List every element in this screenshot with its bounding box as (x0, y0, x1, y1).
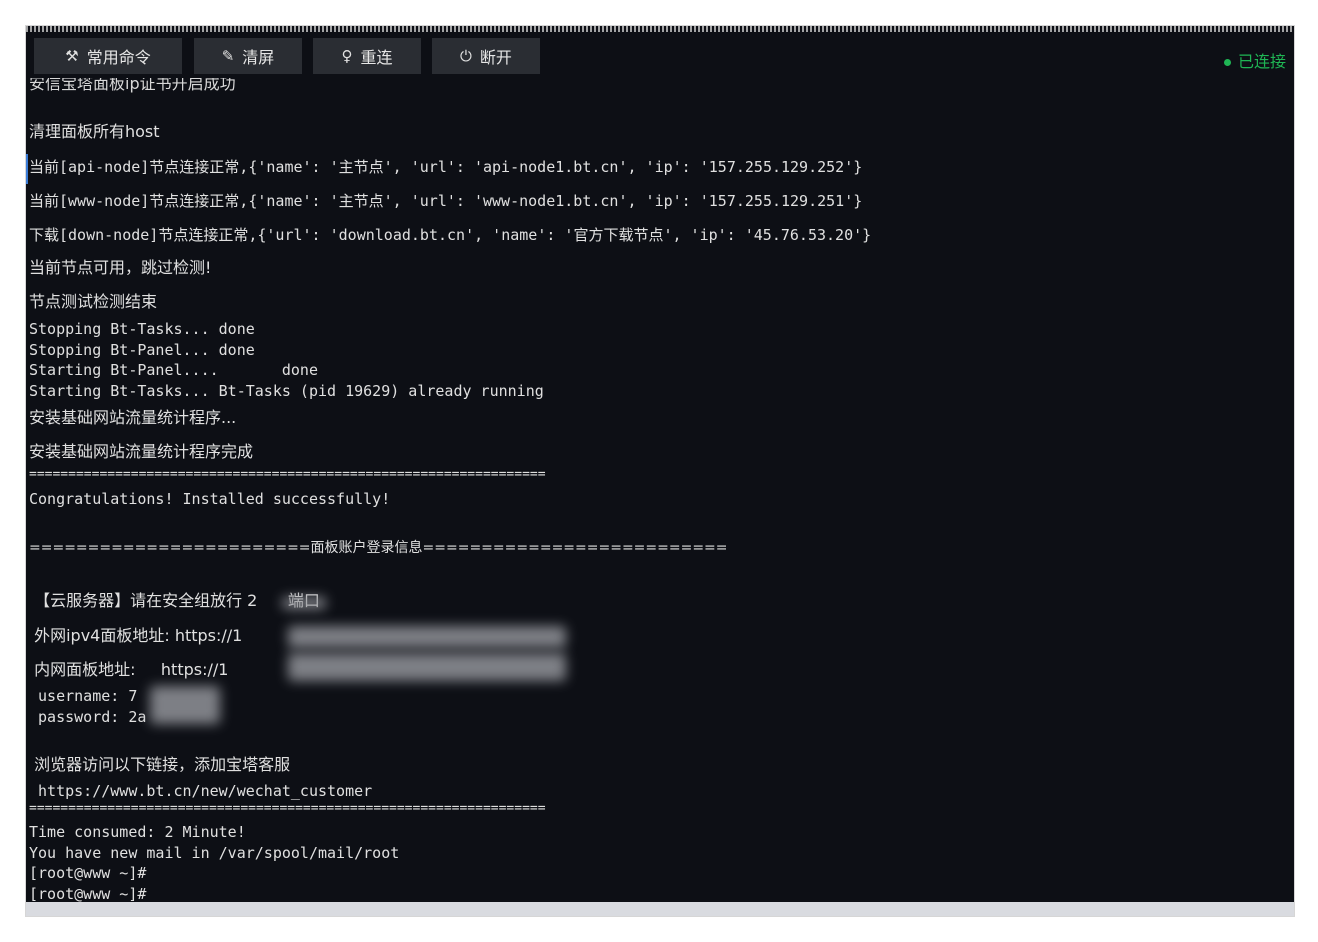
terminal-line: 节点测试检测结束 (29, 292, 158, 311)
terminal-line: Stopping Bt-Panel... done (29, 341, 255, 359)
shell-prompt: [root@www ~]# (29, 885, 147, 902)
terminal-line: 安装基础网站流量统计程序... (29, 408, 237, 427)
toolbar: ⚒ 常用命令 ✎ 清屏 ♀ 重连 ⏻ 断开 已连接 (26, 32, 1294, 78)
terminal-line: 浏览器访问以下链接，添加宝塔客服 (29, 755, 291, 774)
redaction-blur (288, 653, 566, 681)
password-line: password: 2a (29, 708, 147, 726)
terminal-line: Starting Bt-Panel.... done (29, 361, 318, 379)
username-line: username: 7 (29, 687, 138, 705)
terminal-line: 当前节点可用，跳过检测! (29, 258, 212, 277)
connection-status: 已连接 (1223, 48, 1286, 72)
terminal-line: 清理面板所有host (29, 122, 160, 141)
power-icon: ⏻ (460, 47, 472, 65)
common-commands-label: 常用命令 (86, 48, 151, 67)
terminal-line: Stopping Bt-Tasks... done (29, 320, 255, 338)
external-panel-url: 外网ipv4面板地址: https://1 (29, 626, 243, 645)
redaction-blur (150, 686, 220, 724)
reconnect-label: 重连 (360, 48, 393, 67)
redaction-blur (288, 626, 566, 648)
terminal-line: 【云服务器】请在安全组放行 2 端口 (29, 591, 320, 610)
terminal-output[interactable]: 安信宝塔面板ip证书开启成功 清理面板所有host 当前[api-node]节点… (26, 78, 1286, 902)
tools-icon: ⚒ (65, 47, 79, 65)
terminal-line: You have new mail in /var/spool/mail/roo… (29, 844, 400, 862)
redaction-blur (282, 597, 326, 609)
line-marker (26, 154, 28, 184)
clear-screen-label: 清屏 (242, 48, 275, 67)
terminal-line: 安装基础网站流量统计程序完成 (29, 442, 254, 461)
common-commands-button[interactable]: ⚒ 常用命令 (34, 38, 182, 74)
disconnect-button[interactable]: ⏻ 断开 (432, 38, 540, 74)
status-dot-icon (1223, 59, 1231, 66)
separator-line: ========================================… (29, 801, 546, 816)
terminal-line: Congratulations! Installed successfully! (29, 490, 391, 508)
connection-status-label: 已连接 (1237, 52, 1286, 71)
terminal-line-partial: 安信宝塔面板ip证书开启成功 (29, 78, 236, 93)
terminal-scrollbar[interactable] (1286, 78, 1294, 902)
terminal-line: 当前[www-node]节点连接正常,{'name': '主节点', 'url'… (29, 192, 863, 210)
shell-prompt: [root@www ~]# (29, 864, 147, 882)
terminal-window: ⚒ 常用命令 ✎ 清屏 ♀ 重连 ⏻ 断开 已连接 安信宝塔面板ip证书开启成功… (26, 26, 1294, 916)
bulb-icon: ♀ (341, 47, 353, 65)
clear-screen-button[interactable]: ✎ 清屏 (194, 38, 302, 74)
login-info-header: ========================面板账户登录信息========… (29, 540, 728, 556)
internal-panel-url: 内网面板地址: https://1 (29, 660, 229, 679)
disconnect-label: 断开 (479, 48, 512, 67)
bottom-bar (26, 902, 1294, 916)
separator-line: ========================================… (29, 467, 546, 482)
brush-icon: ✎ (221, 47, 235, 65)
terminal-line: 下载[down-node]节点连接正常,{'url': 'download.bt… (29, 226, 872, 244)
terminal-line: 当前[api-node]节点连接正常,{'name': '主节点', 'url'… (29, 158, 863, 176)
reconnect-button[interactable]: ♀ 重连 (313, 38, 421, 74)
terminal-line: Time consumed: 2 Minute! (29, 823, 246, 841)
customer-service-link: https://www.bt.cn/new/wechat_customer (29, 782, 373, 800)
terminal-line: Starting Bt-Tasks... Bt-Tasks (pid 19629… (29, 382, 544, 400)
